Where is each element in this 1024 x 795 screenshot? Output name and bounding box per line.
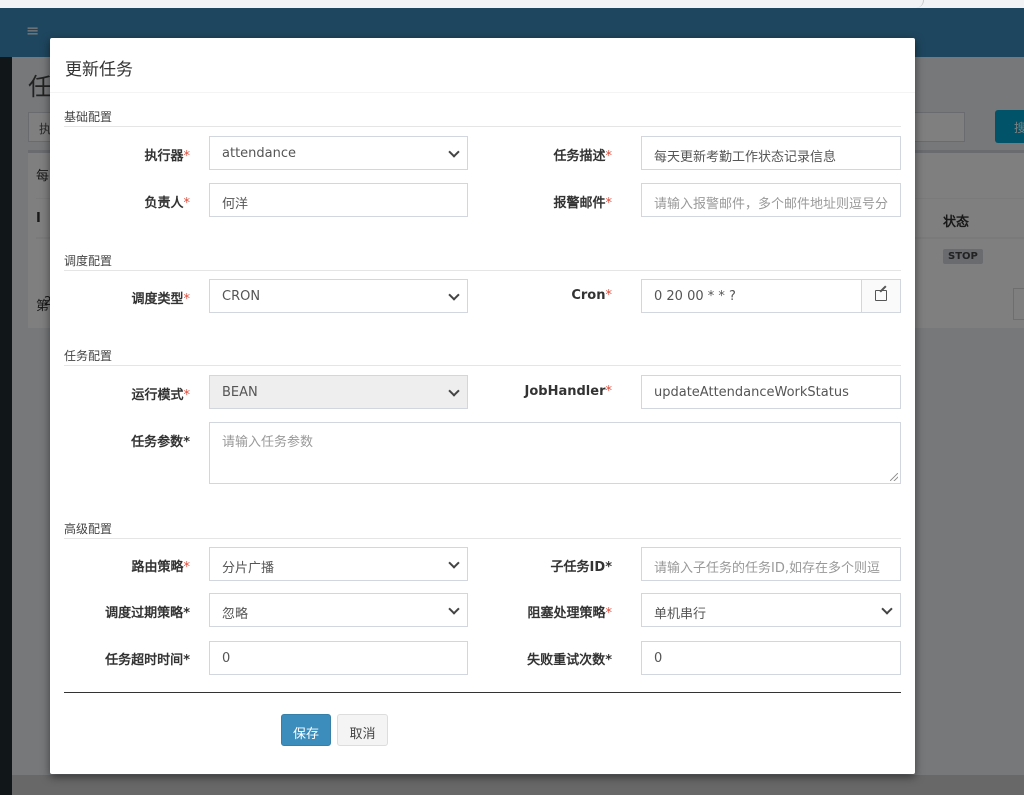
job-desc-label-text: 任务描述 <box>553 149 606 164</box>
block-strategy-label-text: 阻塞处理策略 <box>527 606 606 621</box>
timeout-asterisk: * <box>183 653 190 668</box>
fail-retry-label-text: 失败重试次数 <box>527 653 606 668</box>
glue-type-select[interactable]: BEAN <box>209 375 468 409</box>
author-value: 何洋 <box>222 197 249 212</box>
save-button-label: 保存 <box>292 727 319 742</box>
executor-select-value: attendance <box>222 146 297 161</box>
alarm-email-label: 报警邮件* <box>472 192 612 211</box>
edit-icon <box>875 290 887 301</box>
job-handler-label-text: JobHandler <box>524 384 606 399</box>
required-mark: * <box>183 292 191 307</box>
fail-retry-label: 失败重试次数* <box>472 649 612 668</box>
job-handler-input[interactable]: updateAttendanceWorkStatus <box>641 375 901 409</box>
job-desc-label: 任务描述* <box>472 145 612 164</box>
fail-retry-asterisk: * <box>605 653 612 668</box>
timeout-input[interactable]: 0 <box>209 641 468 675</box>
schedule-type-label: 调度类型* <box>50 288 190 307</box>
job-param-label: 任务参数* <box>50 431 190 450</box>
alarm-email-placeholder: 请输入报警邮件，多个邮件地址则逗号分 <box>654 197 889 212</box>
required-mark: * <box>605 288 613 303</box>
block-strategy-value: 单机串行 <box>654 607 707 622</box>
misfire-strategy-label-text: 调度过期策略 <box>105 606 184 621</box>
route-strategy-label: 路由策略* <box>50 556 190 575</box>
timeout-value: 0 <box>222 651 231 666</box>
cron-label: Cron* <box>472 288 612 303</box>
job-desc-value: 每天更新考勤工作状态记录信息 <box>654 150 837 165</box>
cron-label-text: Cron <box>571 288 606 303</box>
schedule-type-label-text: 调度类型 <box>131 292 184 307</box>
required-mark: * <box>605 196 613 211</box>
cron-value: 0 20 00 * * ? <box>654 289 736 304</box>
child-job-label: 子任务ID* <box>472 556 612 575</box>
child-job-input[interactable]: 请输入子任务的任务ID,如存在多个则逗 <box>641 547 901 581</box>
job-param-label-text: 任务参数 <box>131 435 184 450</box>
save-button[interactable]: 保存 <box>281 714 331 746</box>
fail-retry-value: 0 <box>654 651 663 666</box>
timeout-label: 任务超时时间* <box>50 649 190 668</box>
child-job-label-text: 子任务ID <box>550 560 606 575</box>
block-strategy-label: 阻塞处理策略* <box>472 602 612 621</box>
required-mark: * <box>605 606 613 621</box>
browser-tab-edge <box>883 0 924 8</box>
cron-edit-button[interactable] <box>861 280 900 312</box>
modal-header: 更新任务 <box>50 38 915 93</box>
alarm-email-label-text: 报警邮件 <box>553 196 606 211</box>
schedule-type-select[interactable]: CRON <box>209 279 468 313</box>
author-label-text: 负责人 <box>144 196 184 211</box>
fail-retry-input[interactable]: 0 <box>641 641 901 675</box>
cancel-button[interactable]: 取消 <box>337 714 388 746</box>
browser-top-bar <box>0 0 1024 8</box>
required-mark: * <box>605 149 613 164</box>
glue-type-value: BEAN <box>222 385 258 400</box>
executor-label: 执行器* <box>50 145 190 164</box>
required-mark: * <box>183 560 191 575</box>
required-mark: * <box>183 196 191 211</box>
section-advanced-config: 高级配置 <box>64 520 901 539</box>
block-strategy-select[interactable]: 单机串行 <box>641 593 901 627</box>
author-input[interactable]: 何洋 <box>209 183 468 217</box>
child-job-placeholder: 请输入子任务的任务ID,如存在多个则逗 <box>654 561 880 576</box>
misfire-strategy-select[interactable]: 忽略 <box>209 593 468 627</box>
executor-select[interactable]: attendance <box>209 136 468 170</box>
child-job-asterisk: * <box>605 560 612 575</box>
required-mark: * <box>605 384 613 399</box>
modal-title: 更新任务 <box>65 60 133 80</box>
section-basic-config: 基础配置 <box>64 108 901 127</box>
timeout-label-text: 任务超时时间 <box>105 653 184 668</box>
section-schedule-config: 调度配置 <box>64 252 901 271</box>
update-task-modal: 更新任务 基础配置 执行器* attendance 任务描述* 每天更新考勤工作… <box>50 38 915 774</box>
misfire-strategy-label: 调度过期策略* <box>50 602 190 621</box>
required-mark: * <box>183 149 191 164</box>
glue-type-label: 运行模式* <box>50 384 190 403</box>
job-handler-label: JobHandler* <box>472 384 612 399</box>
form-divider <box>64 692 901 693</box>
misfire-asterisk: * <box>183 606 190 621</box>
param-asterisk: * <box>183 435 190 450</box>
route-strategy-label-text: 路由策略 <box>131 560 184 575</box>
job-param-textarea[interactable]: 请输入任务参数 <box>209 422 901 484</box>
misfire-strategy-value: 忽略 <box>222 607 249 622</box>
glue-type-label-text: 运行模式 <box>131 388 184 403</box>
section-task-config: 任务配置 <box>64 347 901 366</box>
required-mark: * <box>183 388 191 403</box>
cancel-button-label: 取消 <box>349 727 376 742</box>
route-strategy-select[interactable]: 分片广播 <box>209 547 468 581</box>
cron-input[interactable]: 0 20 00 * * ? <box>641 279 901 313</box>
job-desc-input[interactable]: 每天更新考勤工作状态记录信息 <box>641 136 901 170</box>
schedule-type-value: CRON <box>222 289 261 304</box>
job-handler-value: updateAttendanceWorkStatus <box>654 385 849 400</box>
job-param-placeholder: 请输入任务参数 <box>222 435 314 450</box>
route-strategy-value: 分片广播 <box>222 561 275 576</box>
alarm-email-input[interactable]: 请输入报警邮件，多个邮件地址则逗号分 <box>641 183 901 217</box>
executor-label-text: 执行器 <box>144 149 184 164</box>
author-label: 负责人* <box>50 192 190 211</box>
resize-grip-icon[interactable] <box>890 473 898 481</box>
